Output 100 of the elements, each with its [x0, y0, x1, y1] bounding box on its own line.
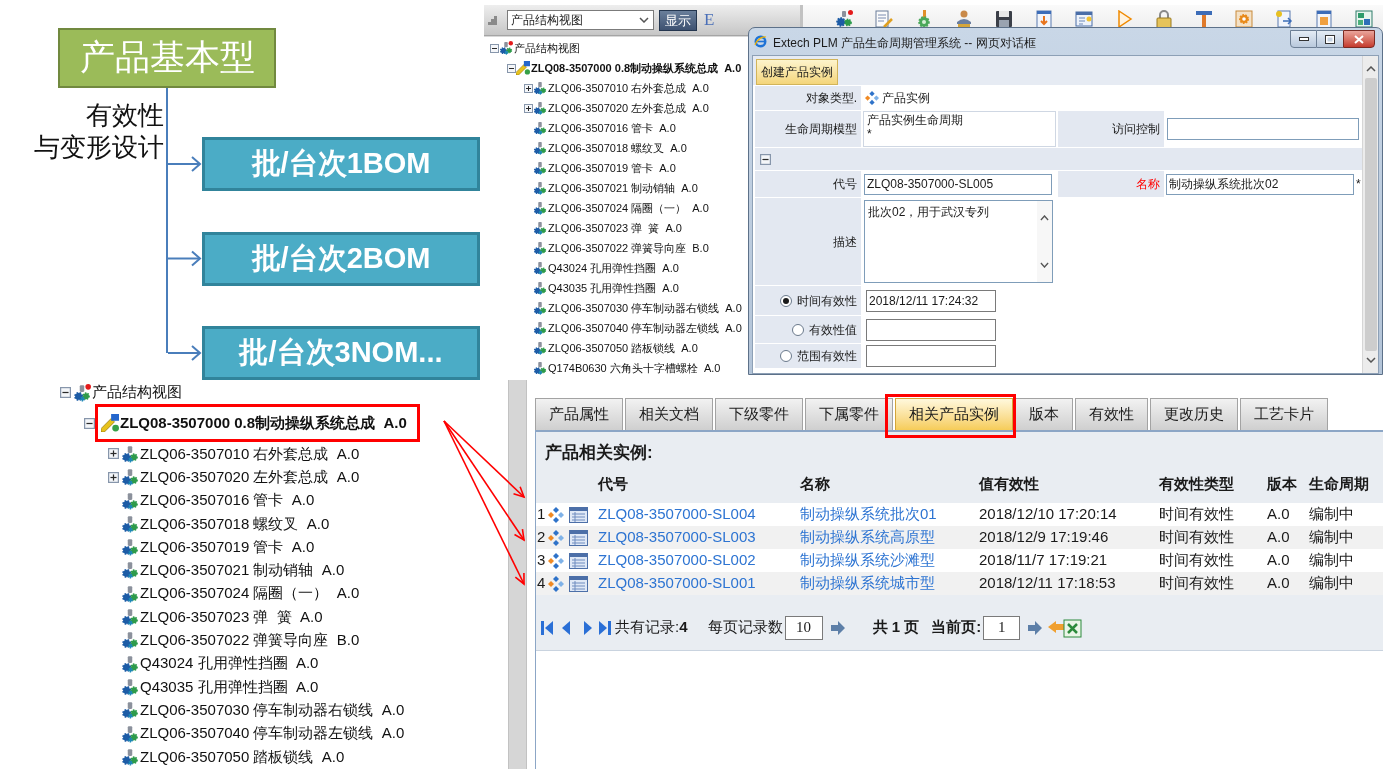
tree-item[interactable]: Q174B0630 六角头十字槽螺栓 A.0 [548, 359, 721, 377]
table-row[interactable]: 4 ZLQ08-3507000-SL001 制动操纵系统城市型 2018/12/11 17:18:53 时间有效性 A.0 编制中 [536, 572, 1383, 595]
close-button[interactable] [1343, 30, 1375, 48]
chevron-down-icon[interactable] [1040, 262, 1049, 268]
table-icon[interactable] [569, 575, 588, 592]
tree-item[interactable]: ZLQ06-3507020 左外套总成 A.0 [548, 99, 709, 117]
tree-item[interactable]: ZLQ06-3507021 制动销轴 A.0 [548, 179, 698, 197]
code-link[interactable]: ZLQ08-3507000-SL001 [598, 572, 756, 595]
tree-item[interactable]: ZLQ06-3507040 停车制动器左锁线 A.0 [140, 722, 405, 745]
name-link[interactable]: 制动操纵系统沙滩型 [800, 549, 935, 572]
tab[interactable]: 工艺卡片 [1240, 398, 1328, 430]
tree-item[interactable]: ZLQ08-3507000 0.8制动操纵系统总成 A.0 [120, 412, 407, 435]
splitter-bar[interactable] [508, 380, 527, 769]
tab[interactable]: 下级零件 [715, 398, 803, 430]
go-arrow-icon[interactable] [830, 620, 845, 635]
go-arrow-icon[interactable] [1028, 620, 1043, 635]
chevron-up-icon[interactable] [1040, 215, 1049, 221]
code-link[interactable]: ZLQ08-3507000-SL003 [598, 526, 756, 549]
code-input[interactable]: ZLQ08-3507000-SL005 [864, 173, 1052, 195]
tab[interactable]: 版本 [1015, 398, 1073, 430]
tree-item[interactable]: ZLQ06-3507030 停车制动器右锁线 A.0 [140, 698, 405, 722]
effectivity-input[interactable] [866, 318, 996, 341]
first-page-icon[interactable] [541, 620, 553, 635]
tree-item[interactable]: ZLQ06-3507050 踏板锁线 A.0 [548, 339, 698, 357]
tree-item[interactable]: ZLQ06-3507022 弹簧导向座 B.0 [140, 629, 360, 652]
window-icon[interactable] [1075, 10, 1093, 28]
tree-item[interactable]: ZLQ06-3507040 停车制动器左锁线 A.0 [548, 319, 742, 337]
tab[interactable]: 下属零件 [805, 398, 893, 430]
tree-item[interactable]: Q43024 孔用弹性挡圈 A.0 [548, 259, 679, 277]
maximize-button[interactable] [1317, 30, 1343, 48]
expand-icon[interactable] [524, 83, 533, 93]
tree-item[interactable]: ZLQ06-3507024 隔圈（一） A.0 [548, 199, 709, 217]
table-icon[interactable] [569, 506, 588, 523]
tree-item[interactable]: Q43035 孔用弹性挡圈 A.0 [548, 279, 679, 297]
name-input[interactable]: 制动操纵系统批次02 [1166, 173, 1354, 195]
table-row[interactable]: 2 ZLQ08-3507000-SL003 制动操纵系统高原型 2018/12/9 17:19:46 时间有效性 A.0 编制中 [536, 526, 1383, 549]
tree-item[interactable]: ZLQ06-3507022 弹簧导向座 B.0 [548, 239, 709, 257]
show-button[interactable]: 显示 [659, 9, 697, 31]
tree-item[interactable]: ZLQ06-3507020 左外套总成 A.0 [140, 466, 360, 489]
spreadsheet-icon[interactable] [1048, 617, 1083, 638]
collapse-icon[interactable] [84, 417, 95, 429]
tab[interactable]: 有效性 [1075, 398, 1148, 430]
tree-item[interactable]: Q43035 孔用弹性挡圈 A.0 [140, 675, 319, 699]
name-link[interactable]: 制动操纵系统高原型 [800, 526, 935, 549]
tree-item[interactable]: ZLQ06-3507019 管卡 A.0 [140, 535, 315, 559]
gears-icon[interactable] [835, 10, 853, 28]
tree-item[interactable]: ZLQ06-3507019 管卡 A.0 [548, 159, 676, 177]
grid-icon[interactable] [1355, 10, 1373, 28]
hammer-icon[interactable] [1195, 10, 1213, 28]
table-icon[interactable] [569, 529, 588, 546]
minimize-button[interactable] [1290, 30, 1317, 48]
table-row[interactable]: 3 ZLQ08-3507000-SL002 制动操纵系统沙滩型 2018/11/7 17:19:21 时间有效性 A.0 编制中 [536, 549, 1383, 572]
collapse-icon[interactable] [507, 63, 516, 73]
tab[interactable]: 相关文档 [625, 398, 713, 430]
tab[interactable]: 创建产品实例 [756, 59, 838, 85]
page-size-input[interactable]: 10 [784, 615, 823, 640]
tab[interactable]: 相关产品实例 [895, 398, 1013, 430]
collapse-icon[interactable] [490, 43, 499, 53]
last-page-icon[interactable] [599, 620, 611, 635]
tree-item[interactable]: ZLQ06-3507018 螺纹叉 A.0 [548, 139, 687, 157]
next-page-icon[interactable] [584, 620, 592, 635]
table-icon[interactable] [569, 552, 588, 569]
tree-item[interactable]: ZLQ06-3507050 踏板锁线 A.0 [140, 745, 345, 769]
tree-item[interactable]: ZLQ06-3507023 弹 簧 A.0 [140, 605, 323, 629]
view-select[interactable]: 产品结构视图 [507, 10, 654, 30]
tree-item[interactable]: ZLQ06-3507018 螺纹叉 A.0 [140, 512, 330, 536]
tree-item[interactable]: 产品结构视图 [514, 39, 580, 57]
tree-item[interactable]: ZLQ06-3507030 停车制动器右锁线 A.0 [548, 299, 742, 317]
current-page-input[interactable]: 1 [983, 615, 1021, 640]
tree-item[interactable]: ZLQ06-3507023 弹 簧 A.0 [548, 219, 682, 237]
access-control-input[interactable] [1167, 118, 1359, 140]
name-link[interactable]: 制动操纵系统批次01 [800, 503, 937, 526]
effectivity-input[interactable]: 2018/12/11 17:24:32 [866, 289, 996, 312]
effectivity-input[interactable] [866, 345, 996, 367]
document-icon[interactable] [1275, 10, 1293, 28]
lifecycle-field[interactable]: 产品实例生命周期 * [863, 111, 1056, 147]
code-link[interactable]: ZLQ08-3507000-SL004 [598, 503, 756, 526]
name-link[interactable]: 制动操纵系统城市型 [800, 572, 935, 595]
previous-page-icon[interactable] [562, 620, 570, 635]
tree-item[interactable]: Q43024 孔用弹性挡圈 A.0 [140, 652, 319, 675]
scrollbar[interactable] [1362, 56, 1378, 373]
lock-icon[interactable] [1155, 10, 1173, 28]
tab[interactable]: 更改历史 [1150, 398, 1238, 430]
tree-item[interactable]: ZLQ06-3507016 管卡 A.0 [140, 489, 315, 512]
description-field[interactable]: 批次02，用于武汉专列 [864, 200, 1053, 283]
save-icon[interactable] [995, 10, 1013, 28]
collapse-icon[interactable] [60, 387, 71, 399]
tree-item[interactable]: ZLQ06-3507010 右外套总成 A.0 [140, 442, 360, 466]
tree-item[interactable]: ZLQ06-3507010 右外套总成 A.0 [548, 79, 709, 97]
expand-icon[interactable] [108, 448, 119, 460]
collapse-icon[interactable] [760, 153, 771, 165]
chevron-up-icon[interactable] [1365, 66, 1376, 72]
table-row[interactable]: 1 ZLQ08-3507000-SL004 制动操纵系统批次01 2018/12/10 17:20:14 时间有效性 A.0 编制中 [536, 503, 1383, 526]
chevron-down-icon[interactable] [1365, 357, 1376, 363]
tree-item[interactable]: ZLQ08-3507000 0.8制动操纵系统总成 A.0 [531, 59, 742, 77]
gear-icon[interactable] [1235, 10, 1253, 28]
tree-item[interactable]: ZLQ06-3507021 制动销轴 A.0 [140, 559, 345, 582]
tree-item[interactable]: 产品结构视图 [92, 381, 182, 404]
code-link[interactable]: ZLQ08-3507000-SL002 [598, 549, 756, 572]
expand-icon[interactable] [524, 103, 533, 113]
